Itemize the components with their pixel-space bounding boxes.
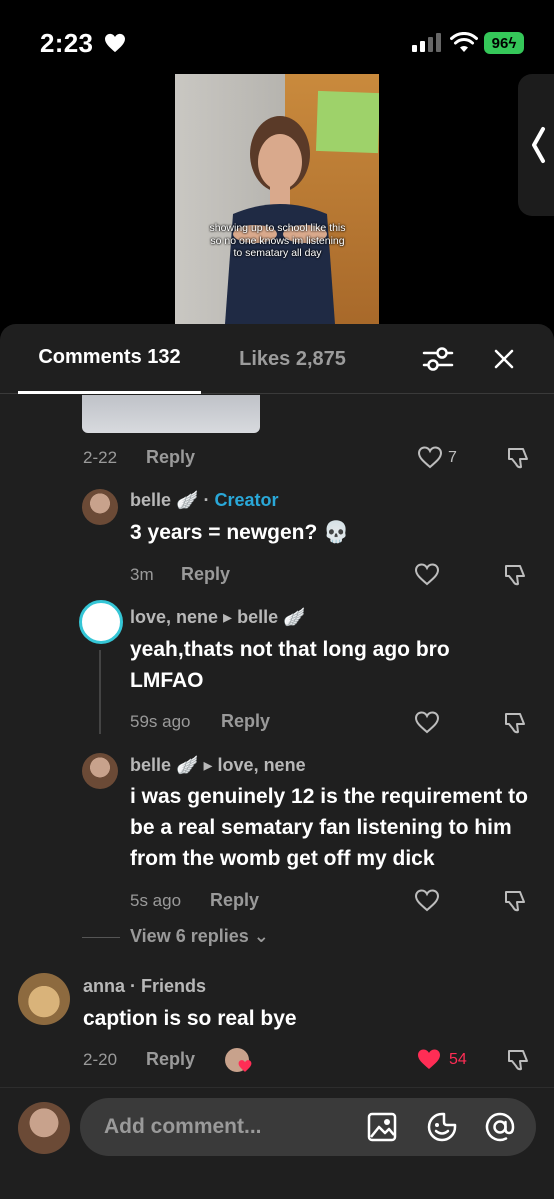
tab-likes[interactable]: Likes 2,875	[220, 324, 365, 394]
heart-outline-icon[interactable]	[417, 445, 443, 469]
heart-outline-icon[interactable]	[414, 710, 440, 734]
dislike-icon[interactable]	[505, 445, 531, 471]
emoji-icon[interactable]	[426, 1111, 458, 1143]
filter-icon[interactable]	[420, 344, 456, 374]
comment-date: 2-22	[83, 448, 118, 467]
video-caption: showing up to school like this so no one…	[209, 222, 346, 259]
author-name[interactable]: love, nene	[130, 607, 218, 627]
heart-outline-icon[interactable]	[414, 562, 440, 586]
comment-author[interactable]: love, nene ▸ belle 🪽	[130, 607, 306, 628]
charging-icon: ϟ	[508, 34, 517, 52]
heart-filled-icon[interactable]	[416, 1047, 442, 1071]
comment-input[interactable]	[104, 1098, 354, 1156]
reply-button[interactable]: Reply	[146, 1049, 195, 1070]
comment-input-wrapper[interactable]	[80, 1098, 536, 1156]
reply-button[interactable]: Reply	[221, 711, 270, 732]
battery-indicator: 96 ϟ	[484, 32, 524, 54]
comments-sheet: Comments 132 Likes 2,875 2-22 Reply 7 be…	[0, 324, 554, 1199]
comment-composer	[0, 1087, 554, 1199]
comment-date: 2-20	[83, 1050, 118, 1069]
mention-icon[interactable]	[484, 1111, 516, 1143]
video-person	[225, 116, 335, 324]
like-count: 54	[449, 1051, 467, 1068]
wing-icon: 🪽	[176, 755, 199, 775]
view-replies-label[interactable]: View 6 replies	[130, 926, 249, 946]
comment-author[interactable]: belle 🪽 ▸ love, nene	[130, 755, 306, 776]
avatar[interactable]	[82, 489, 118, 525]
video-preview[interactable]: showing up to school like this so no one…	[175, 74, 379, 324]
signal-icon	[412, 33, 441, 52]
chevron-down-icon: ⌄	[253, 926, 269, 946]
battery-level: 96	[491, 34, 509, 52]
comment-time: 5s ago	[130, 891, 182, 910]
dislike-icon[interactable]	[502, 888, 528, 914]
comment-text: 3 years = newgen? 💀	[130, 521, 350, 544]
wing-icon: 🪽	[283, 607, 306, 627]
sheet-tabs: Comments 132 Likes 2,875	[0, 324, 554, 394]
wing-icon: 🪽	[176, 490, 199, 510]
reply-arrow-icon: ▸	[203, 755, 213, 775]
creator-liked-heart-icon	[238, 1060, 252, 1072]
comment-text: i was genuinely 12 is the requirement to…	[130, 785, 528, 870]
reply-to-name[interactable]: belle	[237, 607, 278, 627]
image-icon[interactable]	[366, 1111, 398, 1143]
comment-image-thumbnail[interactable]	[82, 395, 260, 433]
friends-tag: Friends	[141, 976, 207, 996]
dislike-icon[interactable]	[505, 1047, 531, 1073]
chevron-left-icon	[532, 127, 545, 163]
avatar[interactable]	[18, 973, 70, 1025]
avatar[interactable]	[82, 753, 118, 789]
status-bar: 2:23 96 ϟ	[0, 0, 554, 70]
avatar[interactable]	[79, 600, 123, 644]
comment-author[interactable]: belle 🪽 · Creator	[130, 490, 279, 511]
comment-text: caption is so real bye	[83, 1007, 297, 1030]
author-name[interactable]: belle	[130, 490, 171, 510]
comment-time: 59s ago	[130, 712, 191, 731]
thread-line	[99, 650, 101, 734]
like-count: 7	[448, 449, 457, 466]
heart-outline-icon[interactable]	[414, 888, 440, 912]
reply-button[interactable]: Reply	[146, 447, 195, 468]
wifi-icon	[450, 32, 478, 52]
author-name[interactable]: anna	[83, 976, 125, 996]
close-icon[interactable]	[488, 344, 520, 374]
comment-text: yeah,thats not that long ago bro LMFAO	[130, 638, 450, 692]
user-avatar[interactable]	[18, 1102, 70, 1154]
view-replies-button[interactable]: View 6 replies ⌄	[130, 926, 269, 947]
dislike-icon[interactable]	[502, 562, 528, 588]
side-panel-tab[interactable]	[518, 74, 554, 216]
comment-author[interactable]: anna · Friends	[83, 976, 206, 997]
dislike-icon[interactable]	[502, 710, 528, 736]
author-name[interactable]: belle	[130, 755, 171, 775]
comment-time: 3m	[130, 565, 154, 584]
status-time: 2:23	[40, 28, 94, 58]
heart-icon	[105, 33, 125, 53]
reply-button[interactable]: Reply	[210, 890, 259, 911]
creator-badge: Creator	[214, 490, 279, 510]
tab-comments[interactable]: Comments 132	[18, 324, 201, 394]
reply-button[interactable]: Reply	[181, 564, 230, 585]
reply-arrow-icon: ▸	[223, 607, 233, 627]
view-replies-divider	[82, 937, 120, 938]
reply-to-name[interactable]: love, nene	[218, 755, 306, 775]
